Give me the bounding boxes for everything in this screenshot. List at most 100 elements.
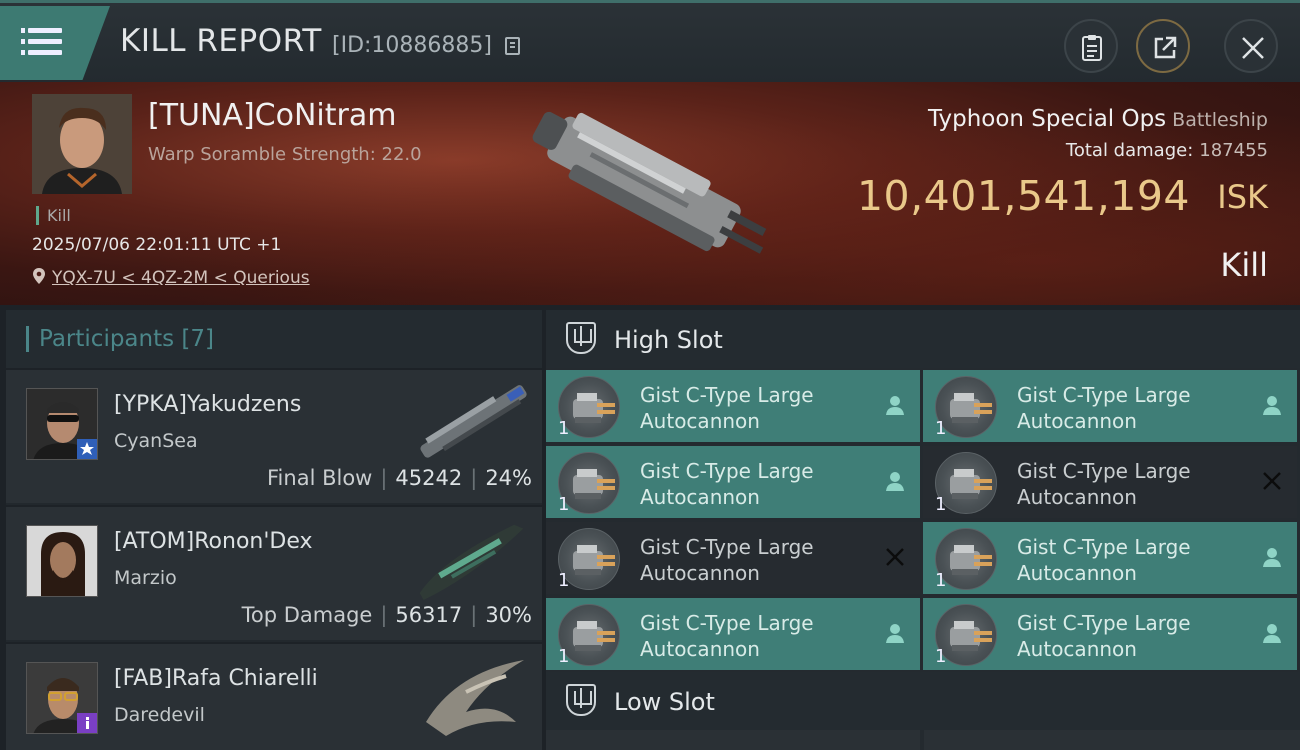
low-slot-header[interactable]: Low Slot: [546, 672, 1300, 730]
module-name-line1: Gist C-Type Large: [640, 611, 814, 635]
total-damage: Total damage: 187455: [1066, 140, 1268, 161]
module-name-line1: Gist C-Type Large: [640, 459, 814, 483]
x-icon: [884, 546, 906, 568]
module-name: Gist C-Type Large Autocannon: [640, 610, 860, 662]
ship-name[interactable]: Typhoon Special Ops: [928, 106, 1166, 132]
share-button[interactable]: [1136, 19, 1190, 73]
module-name: Gist C-Type Large Autocannon: [1017, 382, 1237, 434]
menu-icon: [21, 28, 62, 33]
ship-class: Battleship: [1172, 109, 1268, 131]
participant-ship: CyanSea: [114, 430, 198, 452]
participant-avatar[interactable]: [26, 525, 98, 597]
share-icon: [1154, 36, 1177, 59]
close-icon: [1242, 37, 1264, 59]
module-name-line1: Gist C-Type Large: [1017, 383, 1191, 407]
module-name-line1: Gist C-Type Large: [1017, 611, 1191, 635]
participant-ship: Marzio: [114, 567, 177, 589]
module-tile[interactable]: 1 Gist C-Type Large Autocannon: [923, 598, 1297, 670]
participant-ship: Daredevil: [114, 704, 205, 726]
module-name-line2: Autocannon: [640, 485, 760, 509]
person-icon: [1261, 394, 1283, 416]
isk-unit: ISK: [1217, 178, 1268, 216]
copy-icon[interactable]: [505, 37, 520, 55]
star-badge-icon: [77, 439, 97, 459]
module-quantity: 1: [935, 418, 947, 439]
module-tile[interactable]: 1 Gist C-Type Large Autocannon: [546, 522, 920, 594]
participants-panel: Participants [7] [YPKA]Yakudzens CyanSea: [6, 310, 542, 750]
participant-ship-image: [419, 524, 524, 601]
module-tile[interactable]: 1 Gist C-Type Large Autocannon: [923, 522, 1297, 594]
victim-portrait[interactable]: [32, 94, 132, 194]
slot-icon: [566, 684, 596, 716]
participant-stats: Final Blow | 45242 | 24%: [267, 466, 532, 490]
participant-avatar[interactable]: [26, 662, 98, 734]
warp-scramble-strength: Warp Soramble Strength: 22.0: [148, 144, 422, 165]
module-name: Gist C-Type Large Autocannon: [1017, 610, 1237, 662]
victim-pilot-name[interactable]: [TUNA]CoNitram: [148, 98, 396, 133]
total-damage-label: Total damage:: [1065, 140, 1194, 161]
participant-stats: Top Damage | 56317 | 30%: [241, 603, 532, 627]
participant-name[interactable]: [ATOM]Ronon'Dex: [114, 529, 313, 554]
kill-location[interactable]: YQX-7U < 4QZ-2M < Querious: [32, 267, 310, 288]
high-slot-header[interactable]: High Slot: [546, 310, 1300, 368]
module-name: Gist C-Type Large Autocannon: [640, 382, 860, 434]
module-name: Gist C-Type Large Autocannon: [1017, 534, 1237, 586]
module-name-line1: Gist C-Type Large: [1017, 459, 1191, 483]
participant-row[interactable]: [YPKA]Yakudzens CyanSea Final Blow | 45242…: [6, 368, 542, 503]
module-name-line2: Autocannon: [640, 409, 760, 433]
location-link[interactable]: YQX-7U < 4QZ-2M < Querious: [52, 268, 310, 288]
kill-result: Kill: [1220, 246, 1268, 284]
victim-banner: [TUNA]CoNitram Warp Soramble Strength: 2…: [0, 82, 1300, 305]
module-tile[interactable]: 1 Gist C-Type Large Autocannon: [546, 598, 920, 670]
module-name: Gist C-Type Large Autocannon: [640, 458, 860, 510]
stat-percent: 24%: [485, 466, 532, 490]
person-icon: [884, 394, 906, 416]
module-quantity: 1: [558, 494, 570, 515]
participant-row[interactable]: [FAB]Rafa Chiarelli Daredevil: [6, 642, 542, 750]
participant-name[interactable]: [FAB]Rafa Chiarelli: [114, 666, 318, 691]
module-name: Gist C-Type Large Autocannon: [1017, 458, 1237, 510]
module-tile[interactable]: 1 Gist C-Type Large Autocannon: [546, 370, 920, 442]
info-badge-icon: [77, 713, 97, 733]
module-name-line2: Autocannon: [640, 637, 760, 661]
kill-datetime: 2025/07/06 22:01:11 UTC +1: [32, 235, 282, 255]
menu-button[interactable]: [0, 6, 110, 80]
module-name-line2: Autocannon: [1017, 637, 1137, 661]
kill-tag: Kill: [36, 206, 71, 225]
module-tile[interactable]: 1 Gist C-Type Large Autocannon: [923, 370, 1297, 442]
participant-ship-image: [420, 385, 527, 458]
module-quantity: 1: [935, 646, 947, 667]
module-quantity: 1: [935, 494, 947, 515]
victim-ship-type: Typhoon Special Ops Battleship: [928, 106, 1268, 132]
module-name-line1: Gist C-Type Large: [1017, 535, 1191, 559]
clipboard-button[interactable]: [1064, 19, 1118, 73]
module-quantity: 1: [558, 570, 570, 591]
module-name-line2: Autocannon: [640, 561, 760, 585]
stat-percent: 30%: [485, 603, 532, 627]
close-button[interactable]: [1224, 19, 1278, 73]
stat-damage: 56317: [395, 603, 463, 627]
stat-label: Final Blow: [267, 466, 373, 490]
clipboard-icon: [1082, 35, 1102, 61]
participant-row[interactable]: [ATOM]Ronon'Dex Marzio Top Damage | 56317 |…: [6, 505, 542, 640]
person-icon: [1261, 622, 1283, 644]
low-slot-label: Low Slot: [614, 688, 715, 716]
module-quantity: 1: [558, 418, 570, 439]
module-name-line2: Autocannon: [1017, 409, 1137, 433]
person-icon: [1261, 546, 1283, 568]
participant-avatar[interactable]: [26, 388, 98, 460]
total-damage-value: 187455: [1199, 140, 1268, 161]
person-icon: [884, 470, 906, 492]
module-tile[interactable]: 1 Gist C-Type Large Autocannon: [546, 446, 920, 518]
participants-title: Participants [7]: [26, 326, 214, 352]
fitting-panel: High Slot 1 Gist C-Type Large Autocannon 1 G…: [546, 310, 1300, 750]
kill-id: [ID:10886885]: [332, 33, 492, 58]
participant-name[interactable]: [YPKA]Yakudzens: [114, 392, 301, 417]
slot-icon: [566, 322, 596, 354]
module-tile[interactable]: 1 Gist C-Type Large Autocannon: [923, 446, 1297, 518]
module-name-line1: Gist C-Type Large: [640, 535, 814, 559]
module-name-line2: Autocannon: [1017, 561, 1137, 585]
page-title: KILL REPORT: [120, 23, 322, 59]
x-icon: [1261, 470, 1283, 492]
location-pin-icon: [33, 268, 45, 284]
